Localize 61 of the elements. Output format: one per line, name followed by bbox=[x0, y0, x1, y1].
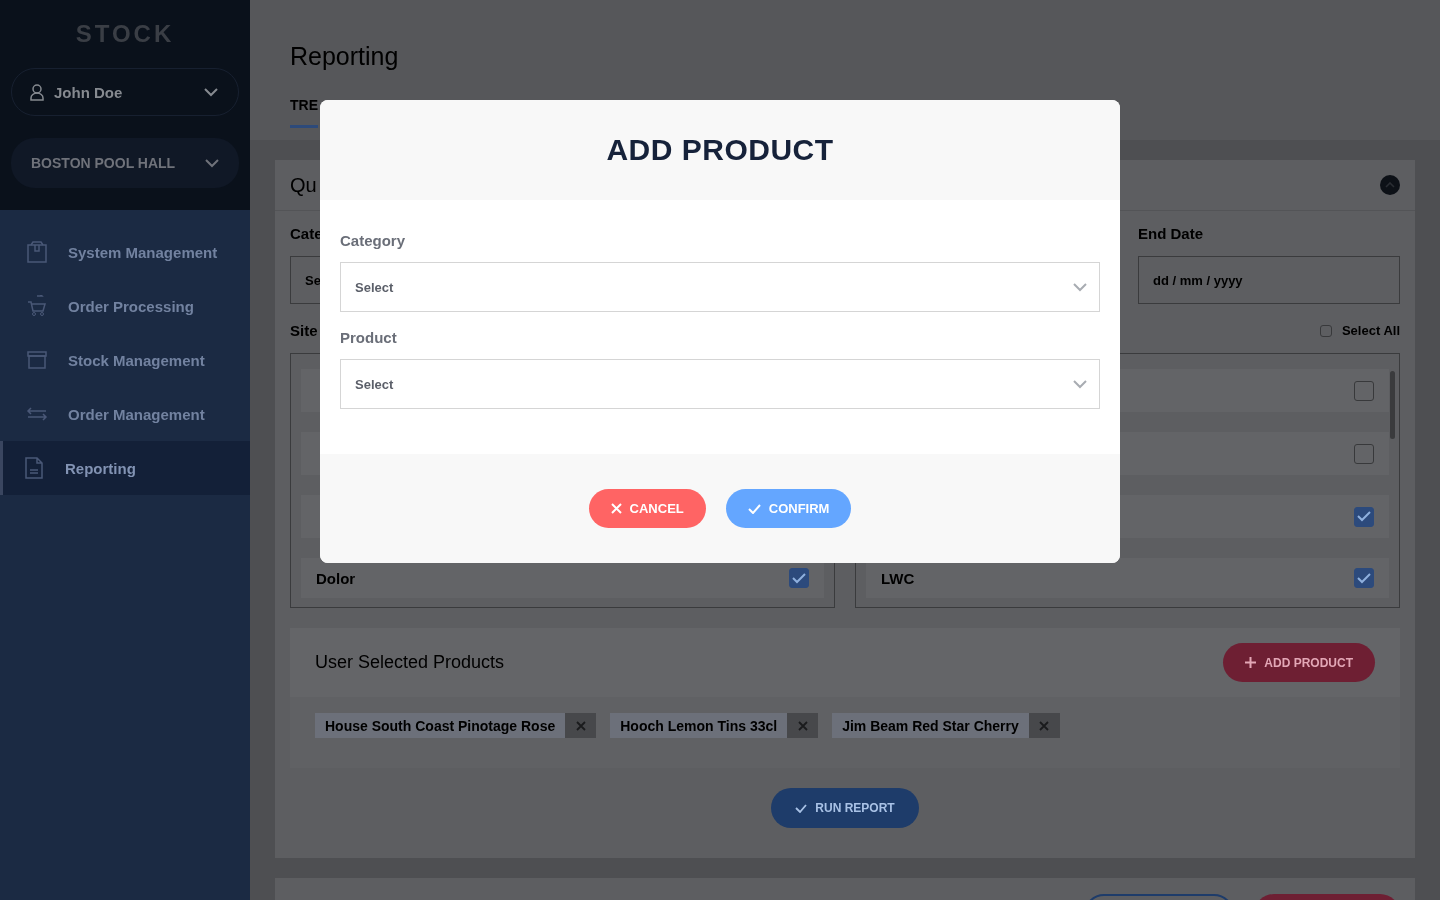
plus-icon bbox=[1245, 657, 1257, 668]
check-icon bbox=[1357, 572, 1371, 584]
arrows-icon bbox=[26, 406, 48, 422]
chevron-down-icon bbox=[204, 87, 218, 97]
site-name: Dolor bbox=[316, 569, 356, 587]
nav-item[interactable]: Order Processing bbox=[0, 279, 250, 333]
select-all-label: Select All bbox=[1341, 323, 1400, 338]
remove-button[interactable] bbox=[565, 713, 597, 738]
chevron-down-icon bbox=[205, 158, 219, 168]
user-icon bbox=[30, 83, 44, 101]
check-icon bbox=[747, 503, 761, 514]
chevron-down-icon bbox=[1073, 379, 1087, 389]
close-icon bbox=[1039, 720, 1050, 731]
chevron-up-icon bbox=[1385, 182, 1395, 188]
product-chip: Jim Beam Red Star Cherry bbox=[832, 713, 1060, 738]
site-name: LWC bbox=[881, 569, 915, 587]
end-date-field[interactable]: dd / mm / yyyy bbox=[1138, 256, 1400, 304]
check-icon bbox=[795, 803, 808, 813]
checkbox[interactable] bbox=[1354, 380, 1374, 401]
field-label: Cate bbox=[290, 225, 324, 242]
panel-title: User Selected Products bbox=[315, 652, 505, 673]
checkbox[interactable] bbox=[789, 568, 809, 588]
archive-icon bbox=[26, 351, 48, 369]
card-title: Qu bbox=[290, 173, 317, 197]
add-product-button[interactable]: ADD PRODUCT bbox=[1223, 643, 1375, 682]
field-label: Product bbox=[340, 329, 398, 346]
select-field[interactable]: Select bbox=[340, 262, 1100, 312]
checkbox[interactable] bbox=[1354, 443, 1374, 464]
modal-title: ADD PRODUCT bbox=[606, 133, 834, 167]
nav-item[interactable]: Stock Management bbox=[0, 333, 250, 387]
page-title: Reporting bbox=[290, 42, 400, 71]
field-label: End Date bbox=[1138, 225, 1204, 242]
scrollbar[interactable] bbox=[1390, 371, 1395, 439]
site-row[interactable]: LWC bbox=[866, 558, 1389, 598]
nav-item[interactable]: System Management bbox=[0, 225, 250, 279]
package-icon bbox=[26, 241, 48, 263]
collapse-button[interactable] bbox=[1380, 175, 1400, 195]
product-chip: Hooch Lemon Tins 33cl bbox=[610, 713, 819, 738]
checkbox[interactable] bbox=[1354, 568, 1374, 588]
cancel-button[interactable]: CANCEL bbox=[588, 489, 706, 528]
location-dropdown[interactable]: BOSTON POOL HALL bbox=[11, 138, 239, 188]
confirm-button[interactable]: CONFIRM bbox=[725, 489, 852, 528]
check-icon bbox=[792, 572, 806, 584]
select-field[interactable]: Select bbox=[340, 359, 1100, 409]
field-label: Site bbox=[290, 322, 318, 339]
field-label: Category bbox=[340, 232, 407, 249]
run-report-button[interactable]: RUN REPORT bbox=[771, 788, 919, 828]
close-icon bbox=[610, 503, 622, 514]
checkbox[interactable] bbox=[1319, 324, 1332, 337]
nav-item[interactable]: Reporting bbox=[0, 441, 250, 495]
checkbox[interactable] bbox=[1354, 506, 1374, 527]
cart-icon bbox=[26, 295, 48, 317]
close-icon bbox=[575, 720, 586, 731]
chevron-down-icon bbox=[1073, 282, 1087, 292]
product-chip: House South Coast Pinotage Rose bbox=[315, 713, 597, 738]
nav-item[interactable]: Order Management bbox=[0, 387, 250, 441]
remove-button[interactable] bbox=[787, 713, 819, 738]
remove-button[interactable] bbox=[1028, 713, 1060, 738]
check-icon bbox=[1357, 511, 1371, 522]
close-icon bbox=[797, 720, 808, 731]
document-icon bbox=[23, 457, 45, 479]
